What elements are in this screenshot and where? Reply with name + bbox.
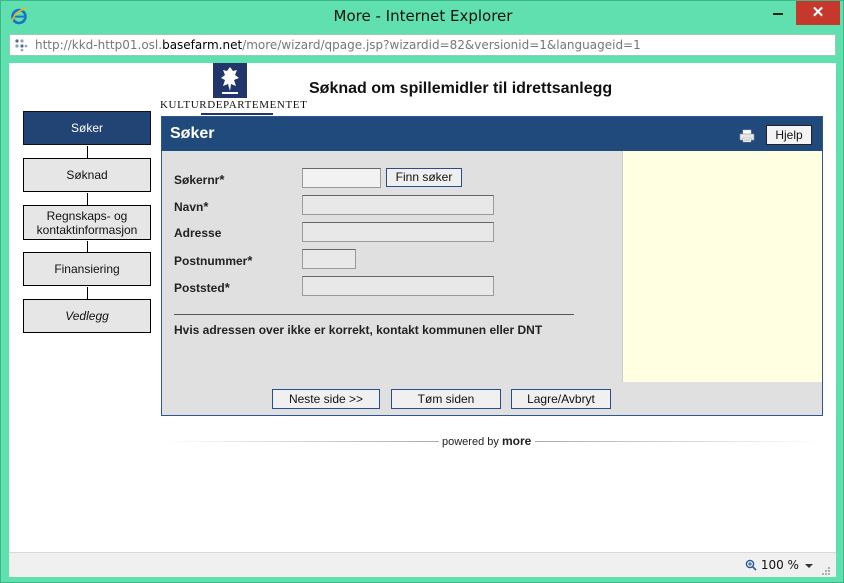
help-button[interactable]: Hjelp <box>766 125 812 145</box>
field-label-sokernr: Søkernr* <box>174 172 224 187</box>
field-label-navn: Navn* <box>174 199 208 214</box>
panel-title: Søker <box>170 125 215 142</box>
divider <box>174 314 574 315</box>
zoom-level: 100 % <box>760 558 799 572</box>
navn-input[interactable] <box>302 195 494 215</box>
browser-window: More - Internet Explorer ✕ http://kkd-ht… <box>0 0 844 583</box>
side-info-area <box>622 151 822 382</box>
minimize-button[interactable] <box>761 1 795 25</box>
required-marker: * <box>203 199 209 214</box>
window-title: More - Internet Explorer <box>333 7 513 25</box>
panel-header: Søker Hjelp <box>162 117 822 151</box>
step-finansiering[interactable]: Finansiering <box>23 252 151 286</box>
page-icon <box>15 39 28 52</box>
field-label-adresse: Adresse <box>174 226 222 240</box>
step-connector <box>87 241 88 252</box>
address-bar[interactable]: http://kkd-http01.osl.basefarm.net/more/… <box>9 34 836 56</box>
sokernr-input[interactable] <box>302 168 381 188</box>
title-bar[interactable]: More - Internet Explorer ✕ <box>1 1 844 32</box>
adresse-input[interactable] <box>302 222 494 242</box>
url-domain: basefarm.net <box>162 38 243 52</box>
step-regnskaps-og-kontaktinformasjon[interactable]: Regnskaps- og kontaktinformasjon <box>23 205 151 240</box>
address-notice: Hvis adressen over ikke er korrekt, kont… <box>174 323 543 337</box>
step-connector <box>87 146 88 158</box>
brand-name: more <box>501 434 532 448</box>
label-text: Postnummer <box>174 254 248 268</box>
minimize-icon <box>773 13 783 15</box>
zoom-icon <box>745 559 757 571</box>
label-text: Søkernr <box>174 173 220 187</box>
zoom-control[interactable]: 100 % <box>745 558 799 572</box>
step-vedlegg[interactable]: Vedlegg <box>23 299 151 333</box>
printer-icon[interactable] <box>739 129 755 143</box>
footer-divider <box>535 441 823 442</box>
form-area: Søkernr* Finn søker Navn* Adresse Postnu… <box>162 151 622 382</box>
step-connector <box>87 193 88 205</box>
url-path: /more/wizard/qpage.jsp?wizardid=82&versi… <box>242 38 641 52</box>
required-marker: * <box>224 280 230 295</box>
footer-divider <box>161 441 439 442</box>
label-text: Poststed <box>174 281 225 295</box>
next-page-button[interactable]: Neste side >> <box>272 389 380 409</box>
label-text: Navn <box>174 200 204 214</box>
required-marker: * <box>247 253 253 268</box>
required-marker: * <box>219 172 225 187</box>
status-bar: 100 % <box>9 552 836 577</box>
logo-text: KULTURDEPARTEMENTET <box>160 99 308 111</box>
field-label-poststed: Poststed* <box>174 280 230 295</box>
step-soknad[interactable]: Søknad <box>23 158 151 192</box>
close-button[interactable]: ✕ <box>796 1 840 25</box>
url-text[interactable]: http://kkd-http01.osl.basefarm.net/more/… <box>35 38 641 52</box>
resize-grip-icon[interactable] <box>821 566 831 576</box>
find-applicant-button[interactable]: Finn søker <box>386 168 462 187</box>
clear-page-button[interactable]: Tøm siden <box>391 389 501 409</box>
step-connector <box>87 287 88 299</box>
step-soker[interactable]: Søker <box>23 111 151 145</box>
url-prefix: http://kkd-http01.osl. <box>35 38 163 52</box>
powered-by: powered by more <box>442 434 531 448</box>
powered-by-text: powered by <box>442 436 499 448</box>
field-label-postnummer: Postnummer* <box>174 253 252 268</box>
logo-underline <box>201 113 273 115</box>
ministry-logo-icon <box>213 63 247 98</box>
poststed-input[interactable] <box>302 276 494 296</box>
page-title: Søknad om spillemidler til idrettsanlegg <box>309 80 613 97</box>
postnummer-input[interactable] <box>302 249 356 269</box>
save-cancel-button[interactable]: Lagre/Avbryt <box>511 389 611 409</box>
chevron-down-icon[interactable] <box>805 564 813 568</box>
form-panel: Søker Hjelp Søkernr* Finn søker Navn* Ad… <box>161 116 823 416</box>
